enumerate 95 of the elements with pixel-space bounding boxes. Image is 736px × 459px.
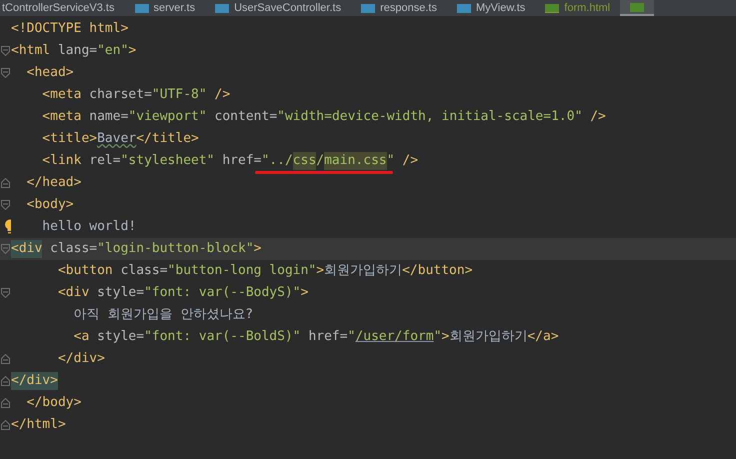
html-tag: />: [582, 108, 606, 126]
html-tag: </a>: [527, 328, 559, 346]
fold-icon[interactable]: [1, 68, 10, 78]
attribute-name: =: [160, 262, 168, 280]
file-tab[interactable]: tControllerServiceV3.ts: [0, 0, 124, 16]
html-tag: >: [254, 240, 262, 258]
attribute-value: "font: var(--BodyS)": [144, 284, 301, 302]
unfold-icon[interactable]: [1, 420, 10, 430]
attribute-value: ": [386, 152, 395, 170]
attribute-value: "viewport": [128, 108, 207, 126]
typescript-file-icon: [456, 4, 471, 12]
attribute-value: "font: var(--BoldS)": [144, 328, 301, 346]
attribute-name: =: [89, 42, 98, 60]
file-tab[interactable]: form.html: [535, 0, 620, 16]
attribute-value: /: [316, 152, 324, 170]
attribute-name: =: [136, 284, 144, 302]
html-tag: <head>: [11, 64, 74, 82]
attribute-value: "button-long login": [168, 262, 316, 280]
unfold-icon[interactable]: [1, 354, 10, 364]
html-tag: </button>: [402, 262, 473, 280]
html-tag: <html: [11, 42, 50, 60]
attribute-name: name: [88, 108, 121, 126]
matched-tag: </div>: [11, 372, 58, 390]
html-tag: <link: [11, 152, 82, 170]
attribute-name: href: [221, 152, 254, 170]
attribute-value: "UTF-8": [152, 86, 207, 104]
html-tag: </title>: [136, 130, 199, 148]
html-tag: <title>: [11, 130, 98, 148]
html-tag: >: [316, 262, 324, 280]
html-file-icon: [545, 4, 560, 12]
text-content: 회원가입하기: [449, 328, 528, 346]
matched-tag: <div: [11, 240, 42, 258]
html-tag: >: [300, 284, 308, 302]
link-path: /user/form: [355, 328, 434, 346]
html-tag: <a: [11, 328, 90, 346]
text-content: hello world!: [41, 218, 136, 236]
typescript-file-icon: [215, 4, 230, 12]
fold-icon[interactable]: [1, 244, 10, 254]
html-tag: <meta: [11, 108, 82, 126]
file-tab[interactable]: response.ts: [351, 0, 447, 16]
text-content: 아직 회원가입을 안하셨나요?: [72, 306, 254, 324]
html-tag: </head>: [11, 174, 82, 192]
attribute-name: href: [307, 328, 340, 346]
html-tag: <!DOCTYPE html>: [11, 20, 128, 38]
html-tag: >: [442, 328, 450, 346]
fold-icon[interactable]: [1, 200, 10, 210]
file-tab[interactable]: [620, 0, 654, 16]
attribute-name: =: [269, 108, 278, 126]
attribute-name: =: [340, 328, 348, 346]
attribute-name: lang: [56, 42, 90, 60]
html-file-icon: [630, 2, 644, 12]
attribute-name: =: [136, 328, 144, 346]
attribute-value: "login-button-block": [97, 240, 254, 258]
html-tag: <meta: [11, 86, 82, 104]
html-tag: />: [394, 152, 418, 170]
fold-icon[interactable]: [1, 46, 10, 56]
typescript-file-icon: [134, 4, 148, 12]
path-reference: main.css: [324, 152, 387, 170]
text-content: 회원가입하기: [324, 262, 402, 280]
attribute-name: =: [144, 86, 152, 104]
html-tag: <body>: [11, 196, 74, 214]
attribute-value: "en": [97, 42, 128, 60]
attribute-name: style: [96, 328, 136, 346]
html-tag: <div: [11, 284, 90, 302]
fold-icon[interactable]: [1, 288, 10, 298]
html-tag: </div>: [11, 350, 105, 368]
attribute-value: "../: [261, 152, 293, 170]
attribute-name: style: [96, 284, 136, 302]
attribute-name: class: [49, 240, 90, 258]
unfold-icon[interactable]: [1, 398, 10, 408]
html-tag: />: [206, 86, 230, 104]
html-tag: </body>: [11, 394, 82, 412]
unfold-icon[interactable]: [1, 178, 10, 188]
attribute-name: =: [89, 240, 98, 258]
html-tag: <button: [11, 262, 113, 280]
path-reference: css: [292, 152, 316, 170]
html-tag: </html>: [11, 416, 66, 434]
file-tab[interactable]: server.ts: [124, 0, 206, 16]
attribute-name: class: [120, 262, 160, 280]
attribute-name: =: [254, 152, 262, 170]
html-tag: >: [128, 42, 136, 60]
attribute-name: =: [112, 152, 121, 170]
file-tab[interactable]: UserSaveController.ts: [205, 0, 352, 16]
typescript-file-icon: [361, 4, 376, 12]
attribute-value: "width=device-width, initial-scale=1.0": [277, 108, 582, 126]
file-tab[interactable]: MyView.ts: [446, 0, 536, 16]
attribute-name: charset: [88, 86, 144, 104]
attribute-name: rel: [88, 152, 113, 170]
attribute-name: content: [214, 108, 270, 126]
misspelled-word: Baver: [97, 130, 136, 148]
attribute-value: "stylesheet": [120, 152, 215, 170]
unfold-icon[interactable]: [1, 376, 10, 386]
attribute-value: ": [434, 328, 442, 346]
attribute-value: ": [348, 328, 356, 346]
attribute-name: =: [120, 108, 128, 126]
